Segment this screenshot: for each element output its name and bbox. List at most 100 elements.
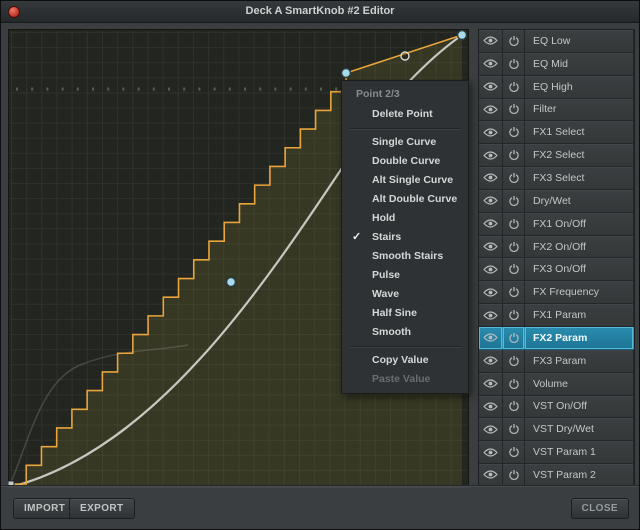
menu-item-delete-point[interactable]: Delete Point [342, 105, 468, 124]
param-row[interactable]: Filter [479, 98, 634, 122]
param-row[interactable]: Dry/Wet [479, 189, 634, 213]
visibility-toggle[interactable] [479, 167, 503, 189]
menu-item-copy-value[interactable]: Copy Value [342, 351, 468, 370]
param-label[interactable]: EQ High [525, 75, 634, 98]
param-row[interactable]: VST Dry/Wet [479, 418, 634, 442]
param-label[interactable]: FX3 Param [525, 349, 634, 372]
param-label[interactable]: EQ Low [525, 30, 634, 52]
power-toggle[interactable] [503, 121, 525, 144]
param-row[interactable]: FX1 On/Off [479, 212, 634, 236]
param-label[interactable]: FX3 Select [525, 167, 634, 189]
param-label[interactable]: Volume [525, 372, 634, 395]
param-row[interactable]: VST Param 1 [479, 441, 634, 465]
param-label[interactable]: FX3 On/Off [525, 258, 634, 281]
power-toggle[interactable] [503, 258, 525, 281]
visibility-toggle[interactable] [479, 235, 503, 258]
power-toggle[interactable] [503, 349, 525, 372]
power-toggle[interactable] [503, 30, 525, 52]
visibility-toggle[interactable] [479, 30, 503, 52]
power-toggle[interactable] [503, 418, 525, 441]
visibility-toggle[interactable] [479, 144, 503, 167]
power-toggle[interactable] [503, 212, 525, 235]
visibility-toggle[interactable] [479, 258, 503, 281]
power-toggle[interactable] [503, 144, 525, 167]
param-row[interactable]: FX1 Select [479, 121, 634, 145]
param-label[interactable]: VST Param 1 [525, 441, 634, 464]
menu-item-pulse[interactable]: Pulse [342, 266, 468, 285]
param-label[interactable]: VST Dry/Wet [525, 418, 634, 441]
visibility-toggle[interactable] [479, 212, 503, 235]
menu-item-half-sine[interactable]: Half Sine [342, 304, 468, 323]
menu-item-alt-double-curve[interactable]: Alt Double Curve [342, 190, 468, 209]
menu-item-smooth[interactable]: Smooth [342, 323, 468, 342]
visibility-toggle[interactable] [479, 464, 503, 486]
power-toggle[interactable] [503, 281, 525, 304]
power-toggle[interactable] [503, 189, 525, 212]
param-label[interactable]: Filter [525, 98, 634, 121]
param-label[interactable]: FX Frequency [525, 281, 634, 304]
visibility-toggle[interactable] [479, 281, 503, 304]
param-row[interactable]: FX Frequency [479, 281, 634, 305]
param-label[interactable]: FX2 Param [525, 326, 634, 349]
visibility-toggle[interactable] [479, 304, 503, 326]
menu-item-double-curve[interactable]: Double Curve [342, 152, 468, 171]
param-label[interactable]: FX2 On/Off [525, 235, 634, 258]
param-row[interactable]: FX2 Param [479, 326, 634, 350]
power-toggle[interactable] [503, 235, 525, 258]
power-toggle[interactable] [503, 98, 525, 121]
param-label[interactable]: FX1 On/Off [525, 212, 634, 235]
param-row[interactable]: FX3 Select [479, 167, 634, 190]
param-label[interactable]: Dry/Wet [525, 189, 634, 212]
export-button[interactable]: EXPORT [69, 498, 135, 519]
menu-item-alt-single-curve[interactable]: Alt Single Curve [342, 171, 468, 190]
menu-item-smooth-stairs[interactable]: Smooth Stairs [342, 247, 468, 266]
menu-item-wave[interactable]: Wave [342, 285, 468, 304]
visibility-toggle[interactable] [479, 75, 503, 98]
power-toggle[interactable] [503, 395, 525, 418]
menu-item-hold[interactable]: Hold [342, 209, 468, 228]
visibility-toggle[interactable] [479, 98, 503, 121]
param-label[interactable]: FX1 Param [525, 304, 634, 326]
param-label[interactable]: VST On/Off [525, 395, 634, 418]
close-button[interactable]: CLOSE [570, 498, 629, 519]
visibility-toggle[interactable] [479, 121, 503, 144]
param-label[interactable]: FX2 Select [525, 144, 634, 167]
control-point[interactable] [456, 29, 468, 41]
param-row[interactable]: FX1 Param [479, 304, 634, 327]
param-row[interactable]: EQ High [479, 75, 634, 99]
param-row[interactable]: EQ Low [479, 30, 634, 53]
param-label[interactable]: EQ Mid [525, 52, 634, 75]
power-toggle[interactable] [503, 326, 525, 349]
param-row[interactable]: FX3 Param [479, 349, 634, 373]
power-toggle[interactable] [503, 167, 525, 189]
control-point[interactable] [225, 276, 237, 288]
param-row[interactable]: FX3 On/Off [479, 258, 634, 282]
power-toggle[interactable] [503, 441, 525, 464]
menu-item-stairs[interactable]: ✓ Stairs [342, 228, 468, 247]
import-button[interactable]: IMPORT [13, 498, 77, 519]
visibility-toggle[interactable] [479, 349, 503, 372]
param-row[interactable]: FX2 Select [479, 144, 634, 168]
param-row[interactable]: VST On/Off [479, 395, 634, 419]
visibility-toggle[interactable] [479, 189, 503, 212]
power-toggle[interactable] [503, 372, 525, 395]
menu-item-single-curve[interactable]: Single Curve [342, 133, 468, 152]
param-row[interactable]: VST Param 2 [479, 464, 634, 486]
power-toggle[interactable] [503, 464, 525, 486]
visibility-toggle[interactable] [479, 441, 503, 464]
param-row[interactable]: Volume [479, 372, 634, 396]
param-label[interactable]: VST Param 2 [525, 464, 634, 486]
param-row[interactable]: FX2 On/Off [479, 235, 634, 259]
power-toggle[interactable] [503, 304, 525, 326]
window-close-button[interactable] [8, 6, 20, 18]
param-row[interactable]: EQ Mid [479, 52, 634, 76]
visibility-toggle[interactable] [479, 418, 503, 441]
control-point[interactable] [340, 67, 352, 79]
curve-hover-point[interactable] [400, 51, 410, 61]
param-label[interactable]: FX1 Select [525, 121, 634, 144]
visibility-toggle[interactable] [479, 395, 503, 418]
visibility-toggle[interactable] [479, 372, 503, 395]
power-toggle[interactable] [503, 52, 525, 75]
visibility-toggle[interactable] [479, 52, 503, 75]
visibility-toggle[interactable] [479, 326, 503, 349]
